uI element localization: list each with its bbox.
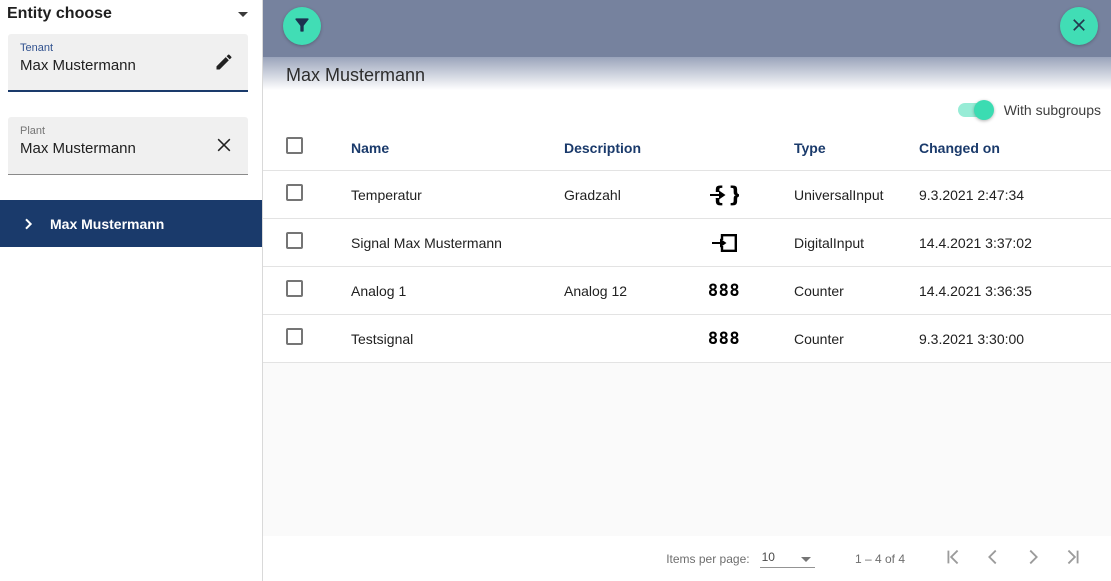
row-name: Signal Max Mustermann (351, 235, 564, 251)
row-name: Testsignal (351, 331, 564, 347)
row-description: Analog 12 (564, 283, 679, 299)
collapse-caret-icon[interactable] (238, 12, 248, 17)
row-type: Counter (769, 331, 919, 347)
row-changed-on: 9.3.2021 2:47:34 (919, 187, 1111, 203)
table-body: Temperatur Gradzahl {} UniversalInput 9.… (263, 171, 1111, 363)
items-per-page-select[interactable]: 10 (760, 550, 815, 568)
edit-tenant-button[interactable] (212, 51, 236, 75)
page-range-label: 1 – 4 of 4 (855, 552, 905, 566)
items-per-page-value: 10 (762, 550, 775, 564)
chevron-left-icon (982, 546, 1004, 571)
panel-title-strip: Max Mustermann (263, 57, 1111, 93)
last-page-button[interactable] (1053, 539, 1093, 579)
items-per-page-label: Items per page: (666, 552, 749, 566)
column-header-name[interactable]: Name (351, 140, 564, 156)
row-type: DigitalInput (769, 235, 919, 251)
plant-field-label: Plant (20, 125, 238, 137)
row-checkbox[interactable] (286, 280, 303, 297)
row-description: Gradzahl (564, 187, 679, 203)
table-header-row: Name Description Type Changed on (263, 126, 1111, 171)
column-header-changed-on[interactable]: Changed on (919, 140, 1111, 156)
row-changed-on: 14.4.2021 3:37:02 (919, 235, 1111, 251)
table-row[interactable]: Temperatur Gradzahl {} UniversalInput 9.… (263, 171, 1111, 219)
filter-button[interactable] (283, 7, 321, 45)
row-type: UniversalInput (769, 187, 919, 203)
with-subgroups-label: With subgroups (1004, 102, 1101, 118)
column-header-description[interactable]: Description (564, 140, 679, 156)
counter-icon: 888 (679, 329, 769, 349)
with-subgroups-toggle[interactable] (958, 100, 994, 120)
sidebar-item-label: Max Mustermann (50, 216, 164, 232)
close-icon (1070, 16, 1088, 37)
subgroups-toggle-row: With subgroups (263, 93, 1111, 126)
row-changed-on: 9.3.2021 3:30:00 (919, 331, 1111, 347)
row-checkbox[interactable] (286, 184, 303, 201)
pencil-icon (214, 52, 234, 75)
funnel-icon (292, 15, 312, 38)
chevron-right-icon (1022, 546, 1044, 571)
select-all-checkbox[interactable] (286, 137, 303, 154)
chevron-right-icon (20, 216, 36, 232)
close-panel-button[interactable] (1060, 7, 1098, 45)
clear-plant-button[interactable] (212, 134, 236, 158)
plant-field[interactable]: Plant Max Mustermann (8, 117, 248, 175)
table-row[interactable]: Analog 1 Analog 12 888 Counter 14.4.2021… (263, 267, 1111, 315)
sidebar-item-max-mustermann[interactable]: Max Mustermann (0, 200, 262, 247)
row-checkbox[interactable] (286, 232, 303, 249)
chevron-down-icon (801, 557, 811, 562)
row-checkbox[interactable] (286, 328, 303, 345)
counter-icon: 888 (679, 281, 769, 301)
table-row[interactable]: Signal Max Mustermann DigitalInput 14.4.… (263, 219, 1111, 267)
digital-input-icon (679, 232, 769, 254)
toggle-knob (974, 100, 994, 120)
app-window: Entity choose Tenant Max Mustermann Plan… (0, 0, 1111, 581)
row-changed-on: 14.4.2021 3:36:35 (919, 283, 1111, 299)
row-name: Analog 1 (351, 283, 564, 299)
table-row[interactable]: Testsignal 888 Counter 9.3.2021 3:30:00 (263, 315, 1111, 363)
svg-text:}: } (728, 184, 739, 206)
last-page-icon (1062, 546, 1084, 571)
sidebar-title: Entity choose (7, 5, 112, 23)
paginator: Items per page: 10 1 – 4 of 4 (263, 536, 1111, 581)
column-header-type[interactable]: Type (769, 140, 919, 156)
tenant-field-label: Tenant (20, 42, 238, 54)
first-page-button[interactable] (933, 539, 973, 579)
next-page-button[interactable] (1013, 539, 1053, 579)
entity-sidebar: Entity choose Tenant Max Mustermann Plan… (0, 0, 262, 581)
universal-input-icon: {} (679, 184, 769, 206)
panel-title: Max Mustermann (286, 65, 425, 86)
previous-page-button[interactable] (973, 539, 1013, 579)
table-empty-area (263, 363, 1111, 536)
signals-panel: Max Mustermann With subgroups Name Descr… (262, 0, 1111, 581)
first-page-icon (942, 546, 964, 571)
plant-field-value: Max Mustermann (20, 140, 238, 157)
tenant-field[interactable]: Tenant Max Mustermann (8, 34, 248, 92)
tenant-field-value: Max Mustermann (20, 57, 238, 74)
close-icon (214, 135, 234, 158)
row-name: Temperatur (351, 187, 564, 203)
row-type: Counter (769, 283, 919, 299)
panel-header-bar (263, 0, 1111, 57)
